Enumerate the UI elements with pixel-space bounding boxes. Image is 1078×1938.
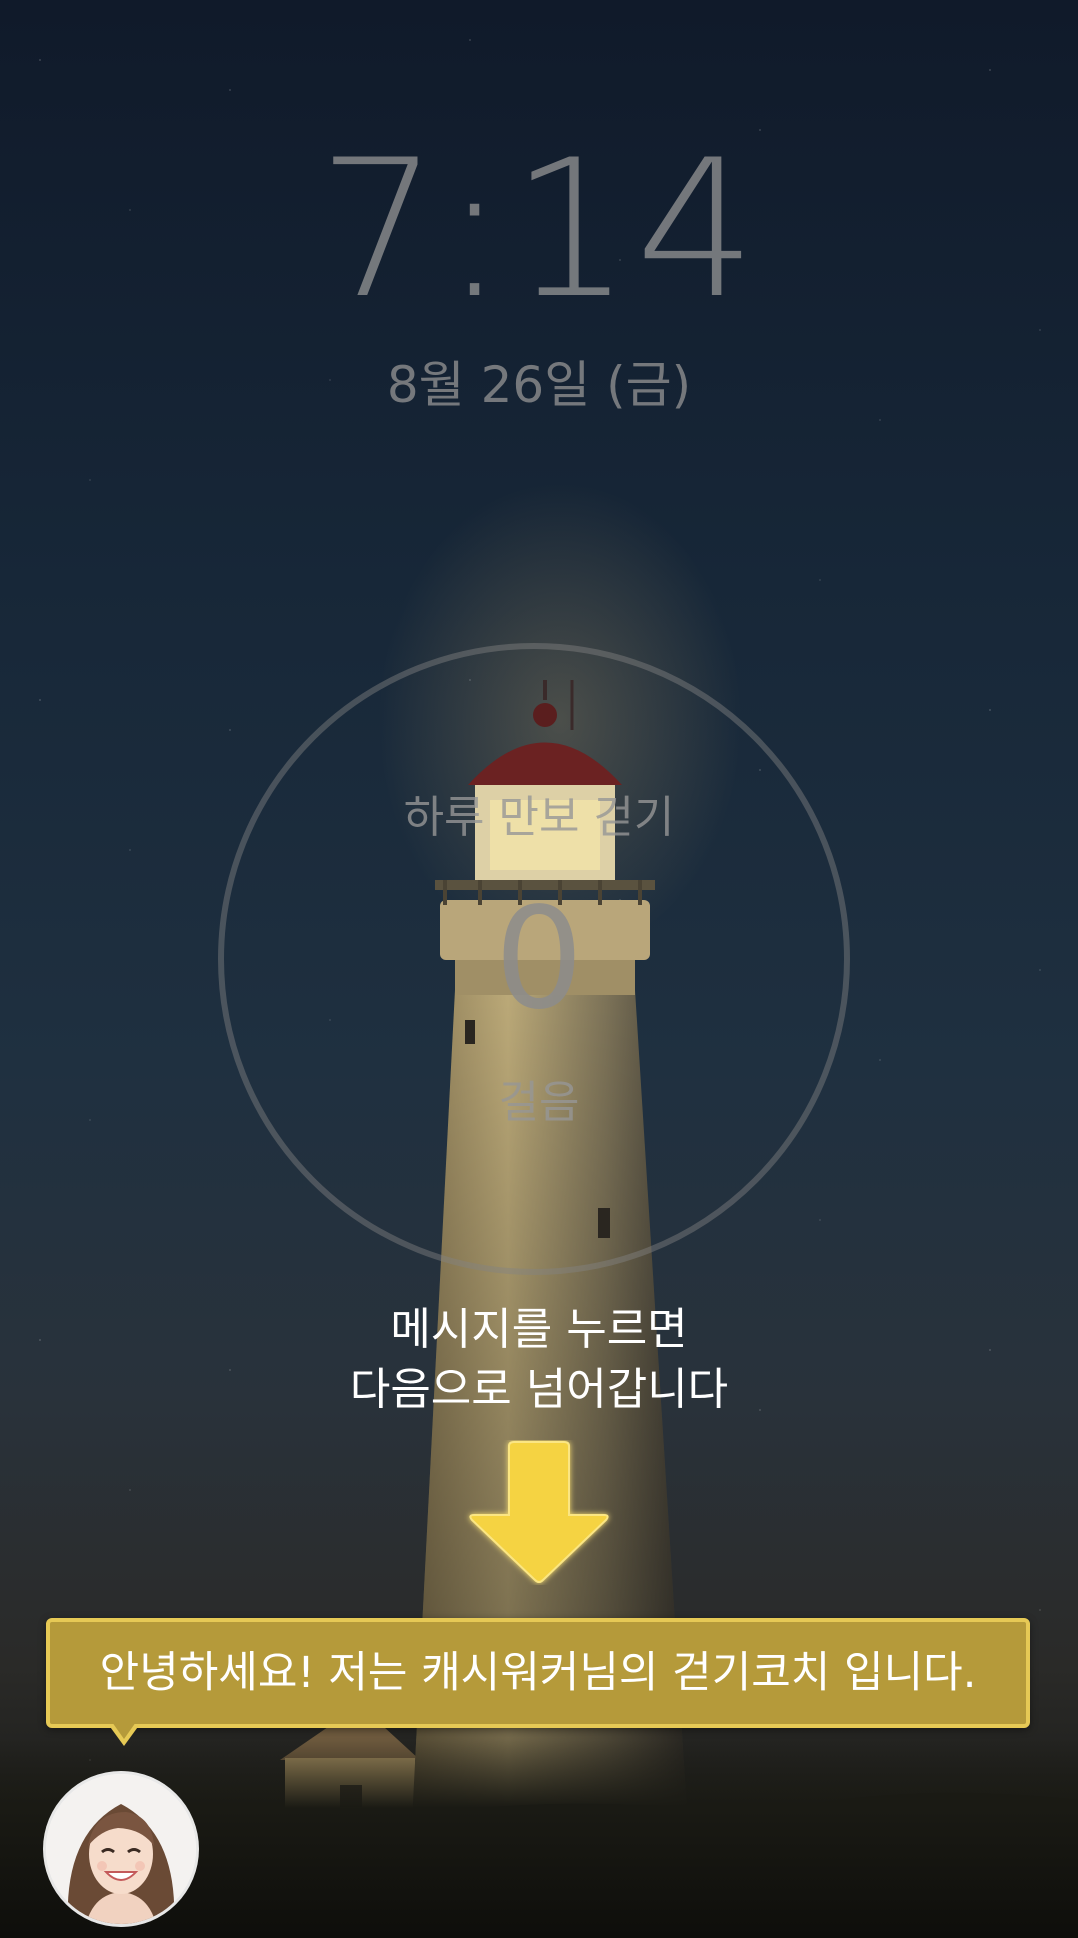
- coach-avatar-icon[interactable]: [46, 1774, 196, 1924]
- step-count-value: 0: [494, 878, 584, 1041]
- lockscreen-date: 8월 26일 (금): [386, 356, 692, 414]
- arrow-down-icon: [469, 1441, 609, 1583]
- lock-screen: 7:14 8월 26일 (금) 하루 만보 걷기 0 걸음 메시지를 누르면 다…: [0, 0, 1078, 1938]
- tutorial-hint-line2: 다음으로 넘어갑니다: [349, 1364, 729, 1415]
- bubble-tail-inner: [112, 1722, 136, 1739]
- coach-portrait: [46, 1774, 196, 1924]
- step-widget-title: 하루 만보 걷기: [403, 792, 675, 843]
- step-count-unit: 걸음: [498, 1077, 580, 1128]
- coach-message-text: 안녕하세요! 저는 캐시워커님의 걷기코치 입니다.: [99, 1648, 977, 1698]
- coach-message-bubble[interactable]: 안녕하세요! 저는 캐시워커님의 걷기코치 입니다.: [46, 1618, 1030, 1728]
- lockscreen-clock: 7:14: [317, 119, 761, 340]
- tutorial-hint-line1: 메시지를 누르면: [390, 1304, 688, 1355]
- tutorial-hint: 메시지를 누르면 다음으로 넘어갑니다: [0, 1300, 1078, 1420]
